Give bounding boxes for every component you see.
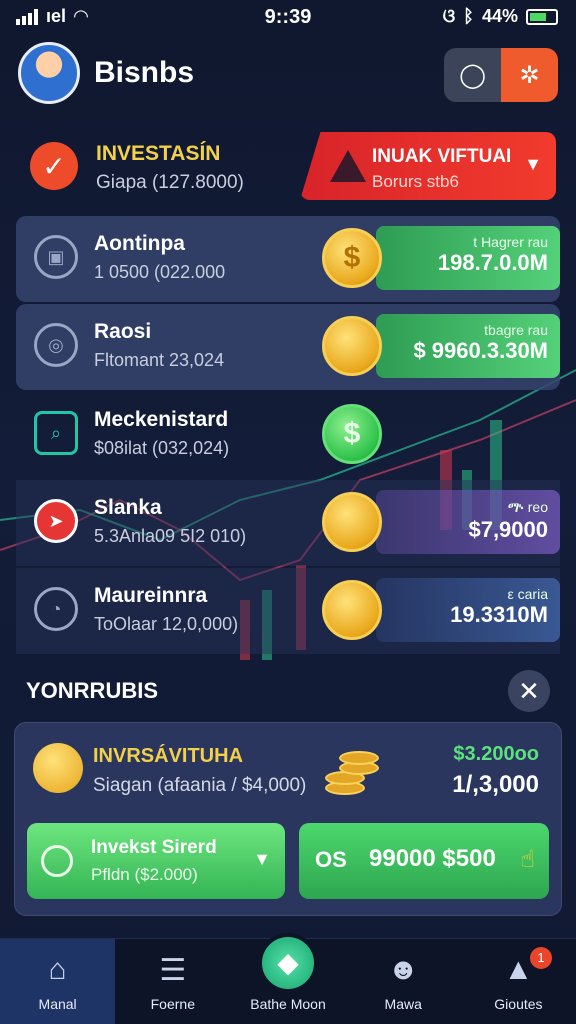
value-label: tbagre rau [484, 322, 548, 338]
item-name: Aontinpa [94, 232, 185, 255]
invest-button[interactable]: Invekst Sirerd Pfldn ($2.000) ▼ [27, 823, 285, 899]
item-sub: Fltomant 23,024 [94, 350, 225, 370]
tab-people[interactable]: ☻ Mawa [346, 939, 461, 1024]
item-sub: ToOlaar 12,0,000) [94, 614, 239, 634]
tab-label: Bathe Moon [250, 996, 326, 1012]
app-title: Bisnbs [94, 56, 195, 89]
tab-label: Gioutes [494, 996, 543, 1012]
list-item[interactable]: ➤ Slanka 5.3Anla09 5I2 010) ᎁ reo $7,900… [16, 480, 560, 566]
item-sub: 5.3Anla09 5I2 010) [94, 526, 247, 546]
status-bar: ıel ◠ 9::39 ଓ ᛒ 44% [0, 0, 576, 34]
tab-label: Manal [38, 996, 77, 1012]
battery-icon [526, 8, 558, 25]
invest-button-title: Invekst Sirerd [91, 837, 217, 858]
tab-alerts[interactable]: ▲ 1 Gioutes [461, 939, 576, 1024]
alert-title: INUAK VIFTUAI [372, 146, 512, 167]
settings-icon[interactable]: ✲ [501, 48, 558, 102]
list-item[interactable]: ▣ Aontinpa 1 0500 (022.000 t Hagrer rau … [16, 216, 560, 302]
circle-icon[interactable]: ◯ [444, 48, 501, 102]
item-name: Meckenistard [94, 408, 229, 431]
section-title: YONRRUBIS [26, 678, 159, 703]
item-sub: $08ilat (032,024) [94, 438, 230, 458]
check-icon: ✓ [30, 142, 78, 190]
panel-amount-main: 1/,3,000 [452, 771, 539, 798]
tab-portfolio[interactable]: ◆ Bathe Moon [230, 933, 345, 1024]
wallet-icon: ▣ [34, 235, 78, 279]
value-label: ᎁ reo [507, 499, 548, 515]
value-badge: ᎁ reo $7,9000 [376, 490, 560, 554]
value-label: t Hagrer rau [473, 234, 548, 250]
battery-percent: 44% [481, 6, 518, 26]
panel-subtitle: Siagan (afaania / $4,000) [93, 775, 307, 796]
value-amount: 19.3310M [450, 602, 548, 627]
value-label: ε caria [507, 586, 548, 602]
amount-button[interactable]: OS 99000 $500 ☝ [299, 823, 549, 899]
gauge-icon: ◔ [34, 587, 78, 631]
tap-icon: ☝ [520, 846, 535, 873]
value-badge: ε caria 19.3310M [376, 578, 560, 642]
item-name: Maureinnra [94, 584, 208, 607]
people-icon: ☻ [387, 953, 419, 986]
avatar[interactable] [18, 42, 80, 104]
tab-bar: ⌂ Manal ☰ Foerne ◆ Bathe Moon ☻ Mawa ▲ 1… [0, 933, 576, 1024]
calculator-icon [322, 580, 382, 640]
tab-documents[interactable]: ☰ Foerne [115, 939, 230, 1024]
list-item[interactable]: ◔ Maureinnra ToOlaar 12,0,000) ε caria 1… [16, 568, 560, 654]
list-item[interactable]: ◎ Raosi Fltomant 23,024 tbagre rau $ 996… [16, 304, 560, 390]
money-stack-icon [322, 316, 382, 376]
panel-title: INVRSÁVITUHA [93, 745, 244, 767]
coin-icon: $ [322, 228, 382, 288]
dollar-coin-icon: $ [322, 404, 382, 464]
amount-value: 99000 $500 [369, 845, 496, 872]
arrow-icon: ➤ [34, 499, 78, 543]
invest-subtitle: Giapa (127.8000) [96, 172, 244, 193]
cash-icon [322, 492, 382, 552]
value-amount: 198.7.0.0M [437, 250, 548, 275]
tab-label: Foerne [150, 996, 195, 1012]
value-amount: $ 9960.3.30M [413, 338, 548, 363]
target-icon: ◎ [34, 323, 78, 367]
close-icon[interactable]: ✕ [508, 670, 550, 712]
app-header: Bisnbs ◯ ✲ [18, 40, 558, 110]
notification-badge: 1 [530, 947, 553, 969]
amount-prefix: OS [315, 847, 347, 872]
status-extra-icon: ଓ [442, 6, 456, 26]
clock-icon [41, 845, 73, 877]
item-name: Slanka [94, 496, 162, 519]
warning-icon [330, 150, 366, 182]
document-icon: ☰ [159, 954, 187, 987]
value-badge: tbagre rau $ 9960.3.30M [376, 314, 560, 378]
asset-list: ▣ Aontinpa 1 0500 (022.000 t Hagrer rau … [16, 216, 560, 656]
value-amount: $7,9000 [468, 517, 548, 542]
portfolio-icon: ◆ [258, 933, 318, 993]
item-name: Raosi [94, 320, 152, 343]
coin-stack-icon [325, 745, 385, 801]
header-actions: ◯ ✲ [444, 48, 558, 102]
invest-title: INVESTASÍN [96, 142, 221, 165]
key-icon [33, 743, 83, 793]
home-icon: ⌂ [48, 953, 67, 986]
value-badge: t Hagrer rau 198.7.0.0M [376, 226, 560, 290]
bluetooth-icon: ᛒ [463, 6, 474, 26]
chevron-down-icon: ▼ [253, 849, 271, 869]
chevron-down-icon: ▼ [524, 154, 542, 174]
alert-banner[interactable]: INUAK VIFTUAI Borurs stb6 ▼ [300, 132, 556, 200]
chart-search-icon: ⌕ [34, 411, 78, 455]
investment-panel: INVRSÁVITUHA Siagan (afaania / $4,000) $… [14, 722, 562, 916]
tab-label: Mawa [384, 996, 422, 1012]
invest-row[interactable]: ✓ INVESTASÍN Giapa (127.8000) INUAK VIFT… [18, 130, 558, 206]
invest-button-sub: Pfldn ($2.000) [91, 865, 198, 884]
panel-amount-top: $3.200oo [453, 743, 539, 765]
alert-subtitle: Borurs stb6 [372, 172, 459, 191]
list-item[interactable]: ⌕ Meckenistard $08ilat (032,024) $ [16, 392, 560, 478]
tab-home[interactable]: ⌂ Manal [0, 939, 116, 1024]
item-sub: 1 0500 (022.000 [94, 262, 226, 282]
